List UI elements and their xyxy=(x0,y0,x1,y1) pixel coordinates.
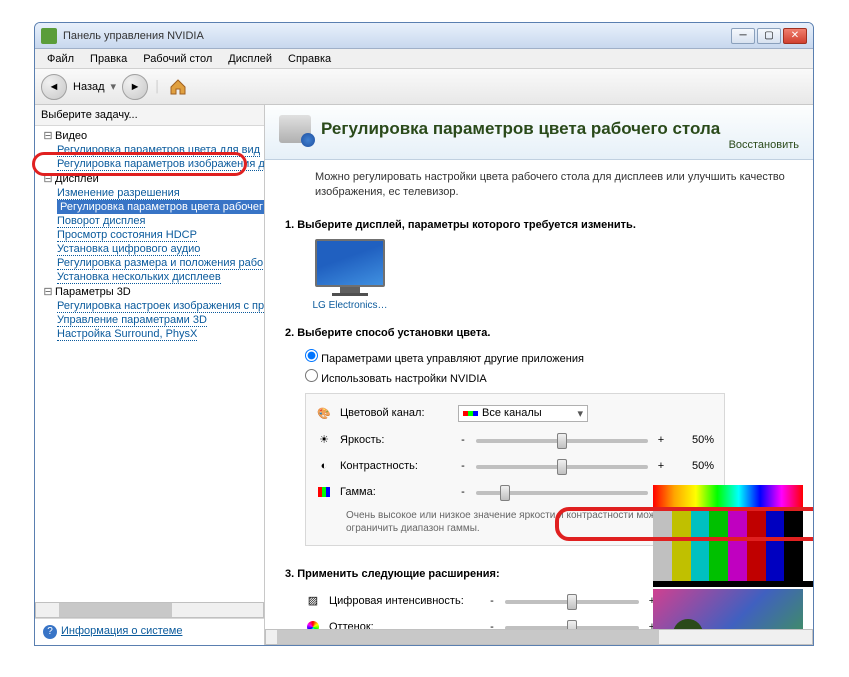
tree-item[interactable]: Регулировка размера и положения рабо xyxy=(35,256,264,270)
tree-item[interactable]: Изменение разрешения xyxy=(35,186,264,200)
minimize-button[interactable]: ─ xyxy=(731,28,755,44)
menu-help[interactable]: Справка xyxy=(280,51,339,67)
monitor-icon xyxy=(315,239,385,287)
menu-edit[interactable]: Правка xyxy=(82,51,135,67)
color-bars-preview xyxy=(653,511,803,581)
main-scrollbar[interactable] xyxy=(265,629,813,645)
main-header: Регулировка параметров цвета рабочего ст… xyxy=(265,105,813,160)
home-button[interactable] xyxy=(167,76,189,98)
display-selector[interactable]: LG Electronics… xyxy=(305,239,395,311)
sidebar-header: Выберите задачу... xyxy=(35,105,264,126)
radio-nvidia[interactable]: Использовать настройки NVIDIA xyxy=(305,367,793,387)
palette-icon: 🎨 xyxy=(316,405,332,421)
contrast-icon: ◐ xyxy=(316,458,332,474)
maximize-button[interactable]: ▢ xyxy=(757,28,781,44)
channel-icon xyxy=(463,411,478,416)
restore-link[interactable]: Восстановить xyxy=(279,139,799,151)
tree-item-selected[interactable]: Регулировка параметров цвета рабочег xyxy=(35,200,264,214)
tree-item[interactable]: Управление параметрами 3D xyxy=(35,313,264,327)
page-title: Регулировка параметров цвета рабочего ст… xyxy=(321,119,720,139)
monitor-label: LG Electronics… xyxy=(312,300,387,311)
task-tree: ⊟Видео Регулировка параметров цвета для … xyxy=(35,126,264,602)
tree-3d[interactable]: ⊟Параметры 3D xyxy=(35,284,264,299)
chevron-down-icon: ▾ xyxy=(577,407,583,420)
window-title: Панель управления NVIDIA xyxy=(63,30,731,42)
app-icon xyxy=(41,28,57,44)
sidebar: Выберите задачу... ⊟Видео Регулировка па… xyxy=(35,105,265,645)
back-button[interactable]: ◄ xyxy=(41,74,67,100)
info-icon: ? xyxy=(43,625,57,639)
tree-item[interactable]: Регулировка настроек изображения с пр xyxy=(35,299,264,313)
toolbar: ◄ Назад ▾ ► │ xyxy=(35,69,813,105)
tree-item[interactable]: Настройка Surround, PhysX xyxy=(35,327,264,341)
description: Можно регулировать настройки цвета рабоч… xyxy=(265,160,813,211)
close-button[interactable]: ✕ xyxy=(783,28,807,44)
tree-item[interactable]: Регулировка параметров изображения д xyxy=(35,157,264,171)
app-window: Панель управления NVIDIA ─ ▢ ✕ Файл Прав… xyxy=(34,22,814,646)
main-panel: Регулировка параметров цвета рабочего ст… xyxy=(265,105,813,645)
brightness-slider[interactable] xyxy=(476,439,648,443)
channel-dropdown[interactable]: Все каналы ▾ xyxy=(458,405,588,422)
header-icon xyxy=(279,115,311,143)
contrast-slider[interactable] xyxy=(476,465,648,469)
section-1-title: 1. Выберите дисплей, параметры которого … xyxy=(285,219,793,231)
titlebar: Панель управления NVIDIA ─ ▢ ✕ xyxy=(35,23,813,49)
gamma-label: Гамма: xyxy=(340,486,450,498)
menubar: Файл Правка Рабочий стол Дисплей Справка xyxy=(35,49,813,69)
contrast-value: 50% xyxy=(674,460,714,472)
tree-video[interactable]: ⊟Видео xyxy=(35,128,264,143)
gradient-preview xyxy=(653,485,803,509)
tree-item[interactable]: Регулировка параметров цвета для вид xyxy=(35,143,264,157)
brightness-label: Яркость: xyxy=(340,434,450,446)
contrast-label: Контрастность: xyxy=(340,460,450,472)
preview-area: Эталонное изображение 1 2 xyxy=(653,485,813,645)
dig-intensity-label: Цифровая интенсивность: xyxy=(329,595,479,607)
tree-item[interactable]: Поворот дисплея xyxy=(35,214,264,228)
forward-button[interactable]: ► xyxy=(122,74,148,100)
brightness-value: 50% xyxy=(674,434,714,446)
tree-item[interactable]: Установка цифрового аудио xyxy=(35,242,264,256)
sidebar-scrollbar[interactable] xyxy=(35,602,264,618)
dig-intensity-slider[interactable] xyxy=(505,600,639,604)
sysinfo-link[interactable]: ?Информация о системе xyxy=(35,618,264,645)
gamma-slider[interactable] xyxy=(476,491,648,495)
tree-item[interactable]: Просмотр состояния HDCP xyxy=(35,228,264,242)
gamma-icon xyxy=(316,484,332,500)
tree-item[interactable]: Установка нескольких дисплеев xyxy=(35,270,264,284)
dig-intensity-icon: ▨ xyxy=(305,593,321,609)
back-label: Назад xyxy=(73,81,105,93)
back-dropdown[interactable]: ▾ xyxy=(111,80,117,93)
radio-other-apps[interactable]: Параметрами цвета управляют другие прило… xyxy=(305,347,793,367)
channel-label: Цветовой канал: xyxy=(340,407,450,419)
section-2-title: 2. Выберите способ установки цвета. xyxy=(285,327,793,339)
menu-file[interactable]: Файл xyxy=(39,51,82,67)
tree-display[interactable]: ⊟Дисплей xyxy=(35,171,264,186)
menu-display[interactable]: Дисплей xyxy=(220,51,280,67)
watermark: user-life.com xyxy=(769,660,843,675)
menu-desktop[interactable]: Рабочий стол xyxy=(135,51,220,67)
brightness-icon: ☀ xyxy=(316,432,332,448)
